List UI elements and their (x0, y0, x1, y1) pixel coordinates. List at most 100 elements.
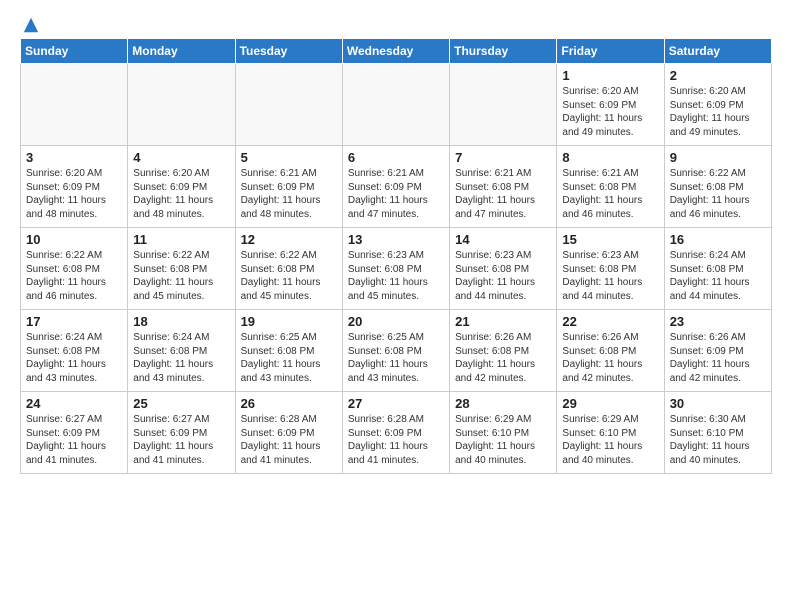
day-info: Sunrise: 6:21 AM Sunset: 6:08 PM Dayligh… (562, 167, 658, 221)
day-info: Sunrise: 6:20 AM Sunset: 6:09 PM Dayligh… (133, 167, 229, 221)
day-cell: 30 Sunrise: 6:30 AM Sunset: 6:10 PM Dayli… (664, 392, 771, 474)
day-number: 16 (670, 232, 766, 247)
day-number: 6 (348, 150, 444, 165)
day-number: 25 (133, 396, 229, 411)
day-info: Sunrise: 6:28 AM Sunset: 6:09 PM Dayligh… (241, 413, 337, 467)
day-cell: 9Sunrise: 6:22 AM Sunset: 6:08 PM Daylig… (664, 146, 771, 228)
day-cell: 20 Sunrise: 6:25 AM Sunset: 6:08 PM Dayli… (342, 310, 449, 392)
day-info: Sunrise: 6:20 AM Sunset: 6:09 PM Dayligh… (26, 167, 122, 221)
day-cell: 10 Sunrise: 6:22 AM Sunset: 6:08 PM Dayli… (21, 228, 128, 310)
day-number: 19 (241, 314, 337, 329)
day-cell: 5 Sunrise: 6:21 AM Sunset: 6:09 PM Daylig… (235, 146, 342, 228)
day-info: Sunrise: 6:27 AM Sunset: 6:09 PM Dayligh… (26, 413, 122, 467)
page: SundayMondayTuesdayWednesdayThursdayFrid… (0, 0, 792, 490)
day-cell: 7 Sunrise: 6:21 AM Sunset: 6:08 PM Daylig… (450, 146, 557, 228)
day-cell: 23Sunrise: 6:26 AM Sunset: 6:09 PM Dayli… (664, 310, 771, 392)
day-number: 29 (562, 396, 658, 411)
day-info: Sunrise: 6:24 AM Sunset: 6:08 PM Dayligh… (670, 249, 766, 303)
day-info: Sunrise: 6:22 AM Sunset: 6:08 PM Dayligh… (670, 167, 766, 221)
day-cell: 11 Sunrise: 6:22 AM Sunset: 6:08 PM Dayli… (128, 228, 235, 310)
day-cell (21, 64, 128, 146)
day-cell: 19 Sunrise: 6:25 AM Sunset: 6:08 PM Dayli… (235, 310, 342, 392)
day-cell: 29 Sunrise: 6:29 AM Sunset: 6:10 PM Dayli… (557, 392, 664, 474)
week-row-5: 24 Sunrise: 6:27 AM Sunset: 6:09 PM Dayli… (21, 392, 772, 474)
day-number: 12 (241, 232, 337, 247)
day-cell: 14Sunrise: 6:23 AM Sunset: 6:08 PM Dayli… (450, 228, 557, 310)
day-info: Sunrise: 6:21 AM Sunset: 6:08 PM Dayligh… (455, 167, 551, 221)
day-info: Sunrise: 6:25 AM Sunset: 6:08 PM Dayligh… (348, 331, 444, 385)
day-info: Sunrise: 6:22 AM Sunset: 6:08 PM Dayligh… (241, 249, 337, 303)
day-number: 1 (562, 68, 658, 83)
day-cell: 24 Sunrise: 6:27 AM Sunset: 6:09 PM Dayli… (21, 392, 128, 474)
day-number: 22 (562, 314, 658, 329)
day-number: 30 (670, 396, 766, 411)
day-number: 24 (26, 396, 122, 411)
weekday-header-saturday: Saturday (664, 39, 771, 64)
day-number: 7 (455, 150, 551, 165)
day-info: Sunrise: 6:27 AM Sunset: 6:09 PM Dayligh… (133, 413, 229, 467)
day-number: 15 (562, 232, 658, 247)
day-number: 28 (455, 396, 551, 411)
week-row-2: 3 Sunrise: 6:20 AM Sunset: 6:09 PM Daylig… (21, 146, 772, 228)
day-cell: 2 Sunrise: 6:20 AM Sunset: 6:09 PM Daylig… (664, 64, 771, 146)
day-cell: 12 Sunrise: 6:22 AM Sunset: 6:08 PM Dayli… (235, 228, 342, 310)
day-info: Sunrise: 6:21 AM Sunset: 6:09 PM Dayligh… (241, 167, 337, 221)
calendar: SundayMondayTuesdayWednesdayThursdayFrid… (20, 38, 772, 474)
day-info: Sunrise: 6:29 AM Sunset: 6:10 PM Dayligh… (562, 413, 658, 467)
day-info: Sunrise: 6:22 AM Sunset: 6:08 PM Dayligh… (133, 249, 229, 303)
day-number: 10 (26, 232, 122, 247)
day-number: 18 (133, 314, 229, 329)
week-row-1: 1 Sunrise: 6:20 AM Sunset: 6:09 PM Daylig… (21, 64, 772, 146)
weekday-header-row: SundayMondayTuesdayWednesdayThursdayFrid… (21, 39, 772, 64)
day-cell: 3 Sunrise: 6:20 AM Sunset: 6:09 PM Daylig… (21, 146, 128, 228)
day-info: Sunrise: 6:26 AM Sunset: 6:08 PM Dayligh… (562, 331, 658, 385)
day-info: Sunrise: 6:24 AM Sunset: 6:08 PM Dayligh… (133, 331, 229, 385)
day-number: 11 (133, 232, 229, 247)
day-number: 2 (670, 68, 766, 83)
day-info: Sunrise: 6:20 AM Sunset: 6:09 PM Dayligh… (670, 85, 766, 139)
day-cell: 21Sunrise: 6:26 AM Sunset: 6:08 PM Dayli… (450, 310, 557, 392)
day-info: Sunrise: 6:29 AM Sunset: 6:10 PM Dayligh… (455, 413, 551, 467)
day-cell (128, 64, 235, 146)
day-info: Sunrise: 6:23 AM Sunset: 6:08 PM Dayligh… (348, 249, 444, 303)
day-number: 3 (26, 150, 122, 165)
header (20, 16, 772, 30)
day-cell (450, 64, 557, 146)
weekday-header-tuesday: Tuesday (235, 39, 342, 64)
day-info: Sunrise: 6:26 AM Sunset: 6:08 PM Dayligh… (455, 331, 551, 385)
day-info: Sunrise: 6:25 AM Sunset: 6:08 PM Dayligh… (241, 331, 337, 385)
day-cell: 15 Sunrise: 6:23 AM Sunset: 6:08 PM Dayli… (557, 228, 664, 310)
day-info: Sunrise: 6:23 AM Sunset: 6:08 PM Dayligh… (562, 249, 658, 303)
day-cell: 6 Sunrise: 6:21 AM Sunset: 6:09 PM Daylig… (342, 146, 449, 228)
day-info: Sunrise: 6:22 AM Sunset: 6:08 PM Dayligh… (26, 249, 122, 303)
weekday-header-friday: Friday (557, 39, 664, 64)
day-cell (342, 64, 449, 146)
day-number: 8 (562, 150, 658, 165)
day-info: Sunrise: 6:30 AM Sunset: 6:10 PM Dayligh… (670, 413, 766, 467)
logo-icon (22, 16, 40, 34)
day-cell: 1Sunrise: 6:20 AM Sunset: 6:09 PM Daylig… (557, 64, 664, 146)
day-cell (235, 64, 342, 146)
logo (20, 16, 40, 30)
day-number: 20 (348, 314, 444, 329)
day-cell: 18 Sunrise: 6:24 AM Sunset: 6:08 PM Dayli… (128, 310, 235, 392)
day-info: Sunrise: 6:21 AM Sunset: 6:09 PM Dayligh… (348, 167, 444, 221)
day-cell: 17 Sunrise: 6:24 AM Sunset: 6:08 PM Dayli… (21, 310, 128, 392)
day-cell: 4 Sunrise: 6:20 AM Sunset: 6:09 PM Daylig… (128, 146, 235, 228)
day-number: 5 (241, 150, 337, 165)
day-cell: 25 Sunrise: 6:27 AM Sunset: 6:09 PM Dayli… (128, 392, 235, 474)
day-info: Sunrise: 6:26 AM Sunset: 6:09 PM Dayligh… (670, 331, 766, 385)
weekday-header-sunday: Sunday (21, 39, 128, 64)
day-number: 4 (133, 150, 229, 165)
day-cell: 28 Sunrise: 6:29 AM Sunset: 6:10 PM Dayli… (450, 392, 557, 474)
day-cell: 13 Sunrise: 6:23 AM Sunset: 6:08 PM Dayli… (342, 228, 449, 310)
day-cell: 8 Sunrise: 6:21 AM Sunset: 6:08 PM Daylig… (557, 146, 664, 228)
weekday-header-thursday: Thursday (450, 39, 557, 64)
day-info: Sunrise: 6:24 AM Sunset: 6:08 PM Dayligh… (26, 331, 122, 385)
day-number: 13 (348, 232, 444, 247)
day-cell: 16 Sunrise: 6:24 AM Sunset: 6:08 PM Dayli… (664, 228, 771, 310)
day-cell: 26Sunrise: 6:28 AM Sunset: 6:09 PM Dayli… (235, 392, 342, 474)
day-number: 17 (26, 314, 122, 329)
week-row-3: 10 Sunrise: 6:22 AM Sunset: 6:08 PM Dayli… (21, 228, 772, 310)
day-info: Sunrise: 6:23 AM Sunset: 6:08 PM Dayligh… (455, 249, 551, 303)
